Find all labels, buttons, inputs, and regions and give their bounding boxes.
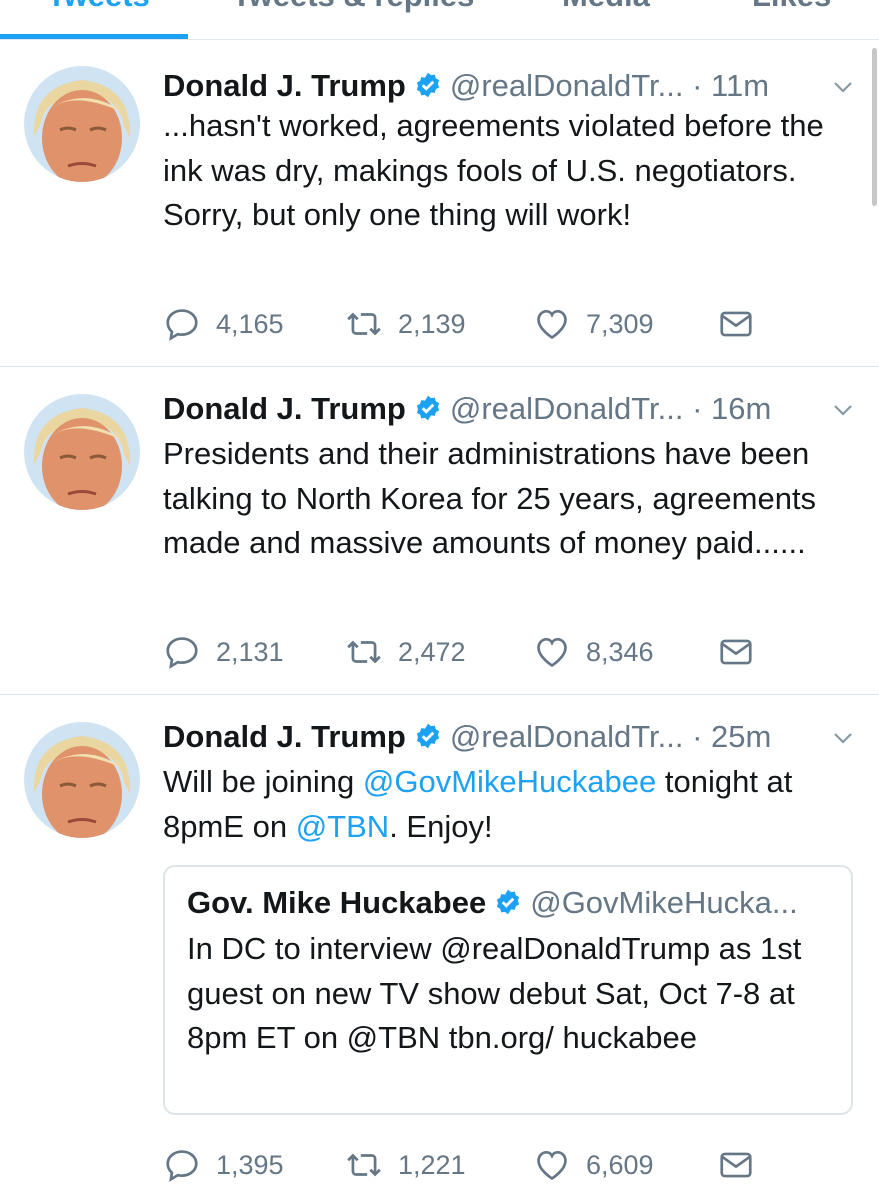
quoted-author-name: Gov. Mike Huckabee bbox=[187, 885, 487, 920]
tweet-text-segment: . Enjoy! bbox=[389, 808, 493, 844]
direct-message-button[interactable] bbox=[717, 632, 755, 672]
like-button[interactable]: 8,346 bbox=[533, 632, 654, 672]
tweet-text: Presidents and their administrations hav… bbox=[163, 436, 817, 560]
chevron-down-icon[interactable] bbox=[832, 727, 854, 749]
profile-tab-bar: Tweets Tweets & replies Media Likes bbox=[0, 0, 879, 40]
tab-likes[interactable]: Likes bbox=[752, 0, 831, 14]
reply-icon bbox=[166, 637, 198, 669]
retweet-icon bbox=[347, 312, 381, 336]
like-count: 6,609 bbox=[586, 1149, 654, 1180]
reply-count: 4,165 bbox=[216, 308, 284, 339]
active-tab-indicator bbox=[0, 34, 188, 39]
verified-badge-icon bbox=[416, 72, 439, 98]
quoted-author-handle: @GovMikeHucka... bbox=[530, 885, 798, 920]
envelope-icon bbox=[720, 1152, 752, 1178]
reply-icon bbox=[166, 1150, 198, 1182]
author-name[interactable]: Donald J. Trump bbox=[163, 719, 406, 754]
author-handle[interactable]: @realDonaldTr... bbox=[450, 719, 684, 754]
reply-count: 1,395 bbox=[216, 1149, 284, 1180]
timestamp[interactable]: · 16m bbox=[692, 391, 771, 426]
direct-message-button[interactable] bbox=[717, 304, 755, 344]
chevron-down-icon[interactable] bbox=[832, 76, 854, 98]
tweet-actions: 2,131 2,472 8,346 bbox=[163, 632, 863, 672]
quoted-tweet-text: In DC to interview @realDonaldTrump as 1… bbox=[187, 931, 802, 1055]
author-handle[interactable]: @realDonaldTr... bbox=[450, 68, 684, 103]
tab-media[interactable]: Media bbox=[562, 0, 650, 14]
heart-icon bbox=[537, 637, 567, 668]
mention-link[interactable]: @TBN bbox=[296, 809, 389, 844]
heart-icon bbox=[537, 1150, 567, 1181]
tweet-text: ...hasn't worked, agreements violated be… bbox=[163, 108, 824, 232]
reply-count: 2,131 bbox=[216, 636, 284, 667]
tweet[interactable]: Donald J. Trump @realDonaldTr... · 25m Wi… bbox=[0, 695, 879, 1199]
envelope-icon bbox=[720, 311, 752, 337]
verified-badge-icon bbox=[416, 395, 439, 421]
tweet-actions: 1,395 1,221 6,609 bbox=[163, 1145, 863, 1185]
direct-message-button[interactable] bbox=[717, 1145, 755, 1185]
tweet[interactable]: Donald J. Trump @realDonaldTr... · 11m ..… bbox=[0, 40, 879, 367]
reply-button[interactable]: 1,395 bbox=[163, 1145, 284, 1185]
reply-button[interactable]: 4,165 bbox=[163, 304, 284, 344]
tweet-header: Donald J. Trump @realDonaldTr... · 16m bbox=[163, 387, 771, 431]
retweet-button[interactable]: 2,139 bbox=[345, 304, 466, 344]
verified-badge-icon bbox=[416, 723, 439, 749]
tweet-header: Donald J. Trump @realDonaldTr... · 11m bbox=[163, 64, 769, 108]
retweet-icon bbox=[347, 640, 381, 664]
avatar[interactable] bbox=[24, 66, 140, 182]
tweet-text: Will be joining @GovMikeHuckabee tonight… bbox=[163, 760, 853, 849]
retweet-button[interactable]: 2,472 bbox=[345, 632, 466, 672]
heart-icon bbox=[537, 309, 567, 340]
avatar[interactable] bbox=[24, 722, 140, 838]
tab-tweets-replies[interactable]: Tweets & replies bbox=[232, 0, 474, 14]
tab-tweets[interactable]: Tweets bbox=[47, 0, 150, 14]
tweet-text-segment: Will be joining bbox=[163, 764, 363, 799]
tweet[interactable]: Donald J. Trump @realDonaldTr... · 16m Pr… bbox=[0, 367, 879, 695]
avatar[interactable] bbox=[24, 394, 140, 510]
author-name[interactable]: Donald J. Trump bbox=[163, 391, 406, 426]
timestamp[interactable]: · 25m bbox=[692, 719, 771, 754]
envelope-icon bbox=[720, 639, 752, 665]
retweet-count: 2,139 bbox=[398, 308, 466, 339]
tweet-header: Donald J. Trump @realDonaldTr... · 25m bbox=[163, 715, 771, 759]
author-handle[interactable]: @realDonaldTr... bbox=[450, 391, 684, 426]
chevron-down-icon[interactable] bbox=[832, 399, 854, 421]
reply-button[interactable]: 2,131 bbox=[163, 632, 284, 672]
verified-badge-icon bbox=[497, 889, 520, 915]
retweet-count: 2,472 bbox=[398, 636, 466, 667]
like-button[interactable]: 7,309 bbox=[533, 304, 654, 344]
author-name[interactable]: Donald J. Trump bbox=[163, 68, 406, 103]
like-count: 7,309 bbox=[586, 308, 654, 339]
quoted-tweet[interactable]: Gov. Mike Huckabee @GovMikeHucka... In DC… bbox=[163, 865, 853, 1115]
tweet-actions: 4,165 2,139 7,309 bbox=[163, 304, 863, 344]
timestamp[interactable]: · 11m bbox=[692, 68, 769, 103]
retweet-button[interactable]: 1,221 bbox=[345, 1145, 466, 1185]
like-count: 8,346 bbox=[586, 636, 654, 667]
retweet-count: 1,221 bbox=[398, 1149, 466, 1180]
retweet-icon bbox=[347, 1153, 381, 1177]
reply-icon bbox=[166, 309, 198, 341]
mention-link[interactable]: @GovMikeHuckabee bbox=[363, 764, 656, 799]
quoted-tweet-header: Gov. Mike Huckabee @GovMikeHucka... bbox=[187, 881, 798, 925]
like-button[interactable]: 6,609 bbox=[533, 1145, 654, 1185]
